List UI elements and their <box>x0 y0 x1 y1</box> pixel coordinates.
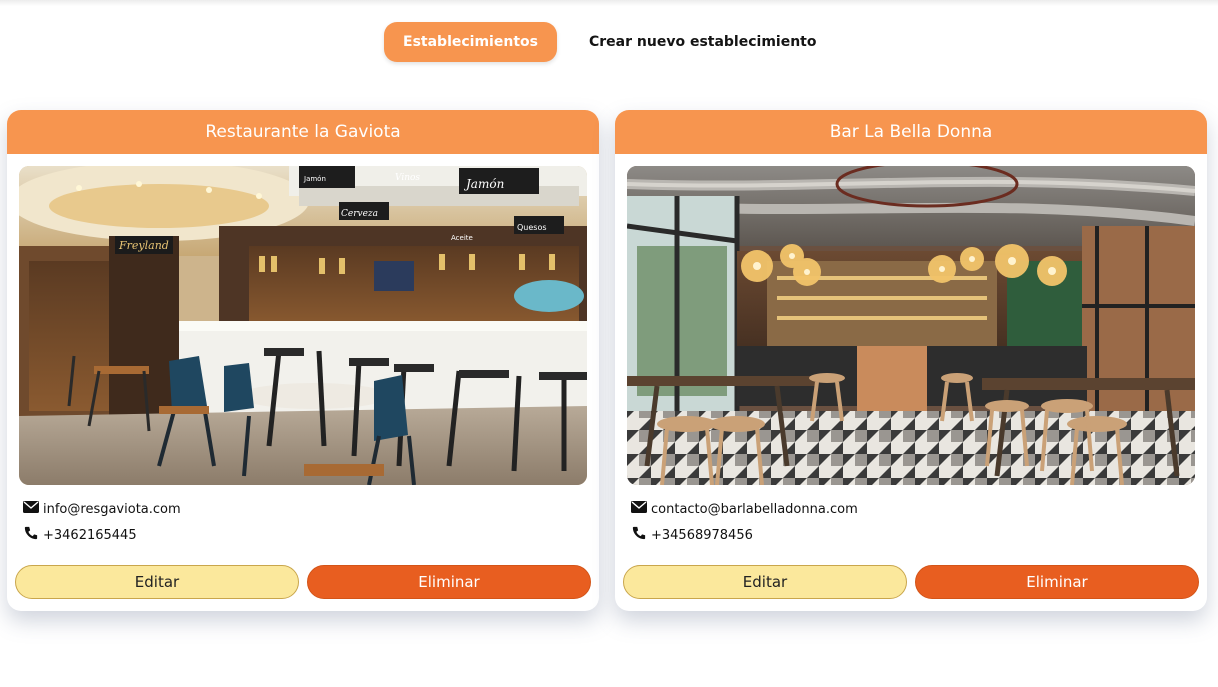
envelope-icon <box>23 501 39 513</box>
svg-text:Jamón: Jamón <box>463 177 504 191</box>
svg-text:Aceite: Aceite <box>451 234 473 242</box>
card-title: Bar La Bella Donna <box>615 110 1207 154</box>
phone-row: +34568978456 <box>631 526 753 543</box>
phone-text: +3462165445 <box>43 528 137 543</box>
phone-row: +3462165445 <box>23 526 137 543</box>
establishment-photo <box>627 166 1195 485</box>
svg-text:Jamón: Jamón <box>303 175 326 183</box>
establishment-card: Restaurante la Gaviota Freyland Cerveza … <box>7 110 599 611</box>
phone-text: +34568978456 <box>651 528 753 543</box>
phone-icon <box>632 526 646 540</box>
email-text: contacto@barlabelladonna.com <box>651 502 858 517</box>
svg-text:Freyland: Freyland <box>118 239 169 252</box>
envelope-icon <box>631 501 647 513</box>
edit-button[interactable]: Editar <box>623 565 907 599</box>
email-text: info@resgaviota.com <box>43 502 181 517</box>
svg-text:Cerveza: Cerveza <box>341 209 378 219</box>
top-shadow <box>0 0 1218 6</box>
tab-establecimientos[interactable]: Establecimientos <box>384 22 557 62</box>
phone-icon <box>24 526 38 540</box>
svg-text:Quesos: Quesos <box>517 223 547 232</box>
email-row: contacto@barlabelladonna.com <box>631 500 858 517</box>
establishment-card: Bar La Bella Donna contacto@barlabellado… <box>615 110 1207 611</box>
card-title: Restaurante la Gaviota <box>7 110 599 154</box>
establishment-photo: Freyland Cerveza Jamón Aceite Quesos Vin… <box>19 166 587 485</box>
delete-button[interactable]: Eliminar <box>307 565 591 599</box>
email-row: info@resgaviota.com <box>23 500 181 517</box>
delete-button[interactable]: Eliminar <box>915 565 1199 599</box>
tab-crear-establecimiento[interactable]: Crear nuevo establecimiento <box>589 22 817 62</box>
edit-button[interactable]: Editar <box>15 565 299 599</box>
top-nav: Establecimientos Crear nuevo establecimi… <box>0 22 1218 62</box>
svg-text:Vinos: Vinos <box>395 173 420 183</box>
